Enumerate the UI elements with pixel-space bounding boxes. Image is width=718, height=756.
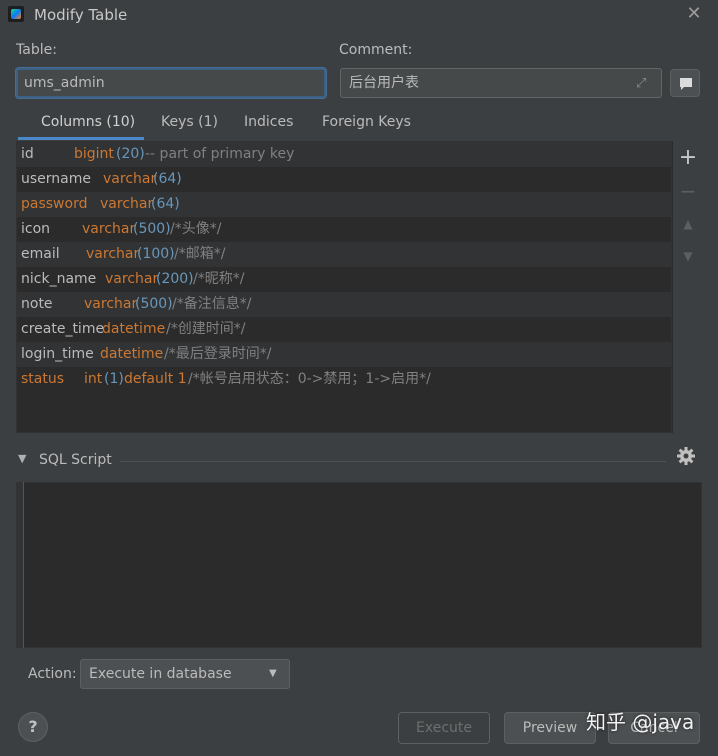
column-size: (200) (156, 271, 194, 287)
datagrip-app-icon (8, 6, 24, 22)
gear-icon[interactable] (676, 446, 696, 470)
comment-value: 后台用户表 (349, 75, 419, 91)
column-comment: /*备注信息*/ (172, 296, 252, 312)
move-up-icon[interactable]: ▲ (673, 217, 703, 231)
comment-input[interactable]: 后台用户表 (340, 68, 662, 98)
column-row[interactable]: username varchar (64) (17, 167, 671, 192)
column-size: (100) (137, 246, 175, 262)
comment-editor-button[interactable] (670, 69, 700, 97)
column-comment: /*创建时间*/ (166, 321, 246, 337)
expand-icon[interactable]: ⤢ (636, 76, 646, 91)
comment-label: Comment: (339, 42, 413, 58)
editor-gutter (16, 482, 24, 648)
column-size: (1) (104, 371, 124, 387)
tab-columns[interactable]: Columns (10) (41, 114, 135, 130)
column-type: varchar (86, 246, 140, 262)
tab-foreign-keys[interactable]: Foreign Keys (322, 114, 411, 130)
column-type: bigint (74, 146, 114, 162)
columns-list[interactable]: id bigint (20) -- part of primary key us… (16, 141, 672, 433)
table-label: Table: (16, 42, 57, 58)
column-comment: -- part of primary key (145, 146, 295, 162)
action-label: Action: (28, 666, 77, 682)
action-select[interactable]: Execute in database ▼ (80, 659, 290, 689)
close-icon[interactable]: ✕ (684, 4, 704, 24)
column-comment: /*邮箱*/ (174, 246, 226, 262)
execute-button[interactable]: Execute (398, 712, 490, 744)
column-row[interactable]: status int (1) default 1 /*帐号启用状态：0->禁用；… (17, 367, 671, 392)
column-type: varchar (103, 171, 157, 187)
window-title: Modify Table (34, 6, 128, 24)
sql-script-editor[interactable] (16, 482, 702, 648)
column-name: note (21, 296, 53, 312)
section-divider (120, 461, 666, 462)
column-size: (500) (133, 221, 171, 237)
table-name-input[interactable]: ums_admin (16, 68, 326, 98)
column-size: (20) (116, 146, 145, 162)
column-row[interactable]: create_time datetime /*创建时间*/ (17, 317, 671, 342)
column-row[interactable]: login_time datetime /*最后登录时间*/ (17, 342, 671, 367)
column-type: varchar (100, 196, 154, 212)
column-toolbar: + − ▲ ▼ (672, 141, 703, 433)
column-row[interactable]: password varchar (64) (17, 192, 671, 217)
remove-icon[interactable]: − (673, 179, 703, 203)
column-size: (500) (135, 296, 173, 312)
column-type: datetime (102, 321, 166, 337)
sql-script-label[interactable]: SQL Script (39, 452, 112, 468)
column-row[interactable]: nick_name varchar (200) /*昵称*/ (17, 267, 671, 292)
column-default: default 1 (124, 371, 187, 387)
column-name: status (21, 371, 65, 387)
column-name: username (21, 171, 91, 187)
column-type: int (84, 371, 103, 387)
watermark: 知乎 @java (586, 710, 695, 734)
column-type: varchar (82, 221, 136, 237)
column-name: login_time (21, 346, 94, 362)
column-size: (64) (153, 171, 182, 187)
column-row[interactable]: icon varchar (500) /*头像*/ (17, 217, 671, 242)
column-type: varchar (84, 296, 138, 312)
column-type: varchar (105, 271, 159, 287)
column-row[interactable]: note varchar (500) /*备注信息*/ (17, 292, 671, 317)
action-selected-value: Execute in database (89, 666, 232, 682)
column-name: id (21, 146, 34, 162)
column-comment: /*头像*/ (170, 221, 222, 237)
preview-button[interactable]: Preview (504, 712, 596, 744)
tab-indices[interactable]: Indices (244, 114, 293, 130)
column-name: icon (21, 221, 51, 237)
tab-keys[interactable]: Keys (1) (161, 114, 218, 130)
chevron-down-icon: ▼ (269, 668, 277, 679)
help-button[interactable]: ? (18, 712, 48, 742)
column-comment: /*昵称*/ (193, 271, 245, 287)
column-name: email (21, 246, 60, 262)
collapse-icon[interactable]: ▼ (18, 452, 26, 465)
tab-bar: Columns (10) Keys (1) Indices Foreign Ke… (16, 108, 672, 140)
column-name: password (21, 196, 88, 212)
column-name: nick_name (21, 271, 97, 287)
active-tab-indicator (18, 137, 144, 140)
column-name: create_time (21, 321, 105, 337)
column-comment: /*帐号启用状态：0->禁用；1->启用*/ (188, 371, 431, 387)
add-icon[interactable]: + (673, 145, 703, 170)
column-size: (64) (151, 196, 180, 212)
title-bar: Modify Table ✕ (0, 0, 718, 32)
move-down-icon[interactable]: ▼ (673, 249, 703, 263)
column-comment: /*最后登录时间*/ (164, 346, 272, 362)
column-row[interactable]: id bigint (20) -- part of primary key (17, 142, 671, 167)
column-row[interactable]: email varchar (100) /*邮箱*/ (17, 242, 671, 267)
speech-bubble-icon (680, 78, 692, 90)
column-type: datetime (100, 346, 164, 362)
